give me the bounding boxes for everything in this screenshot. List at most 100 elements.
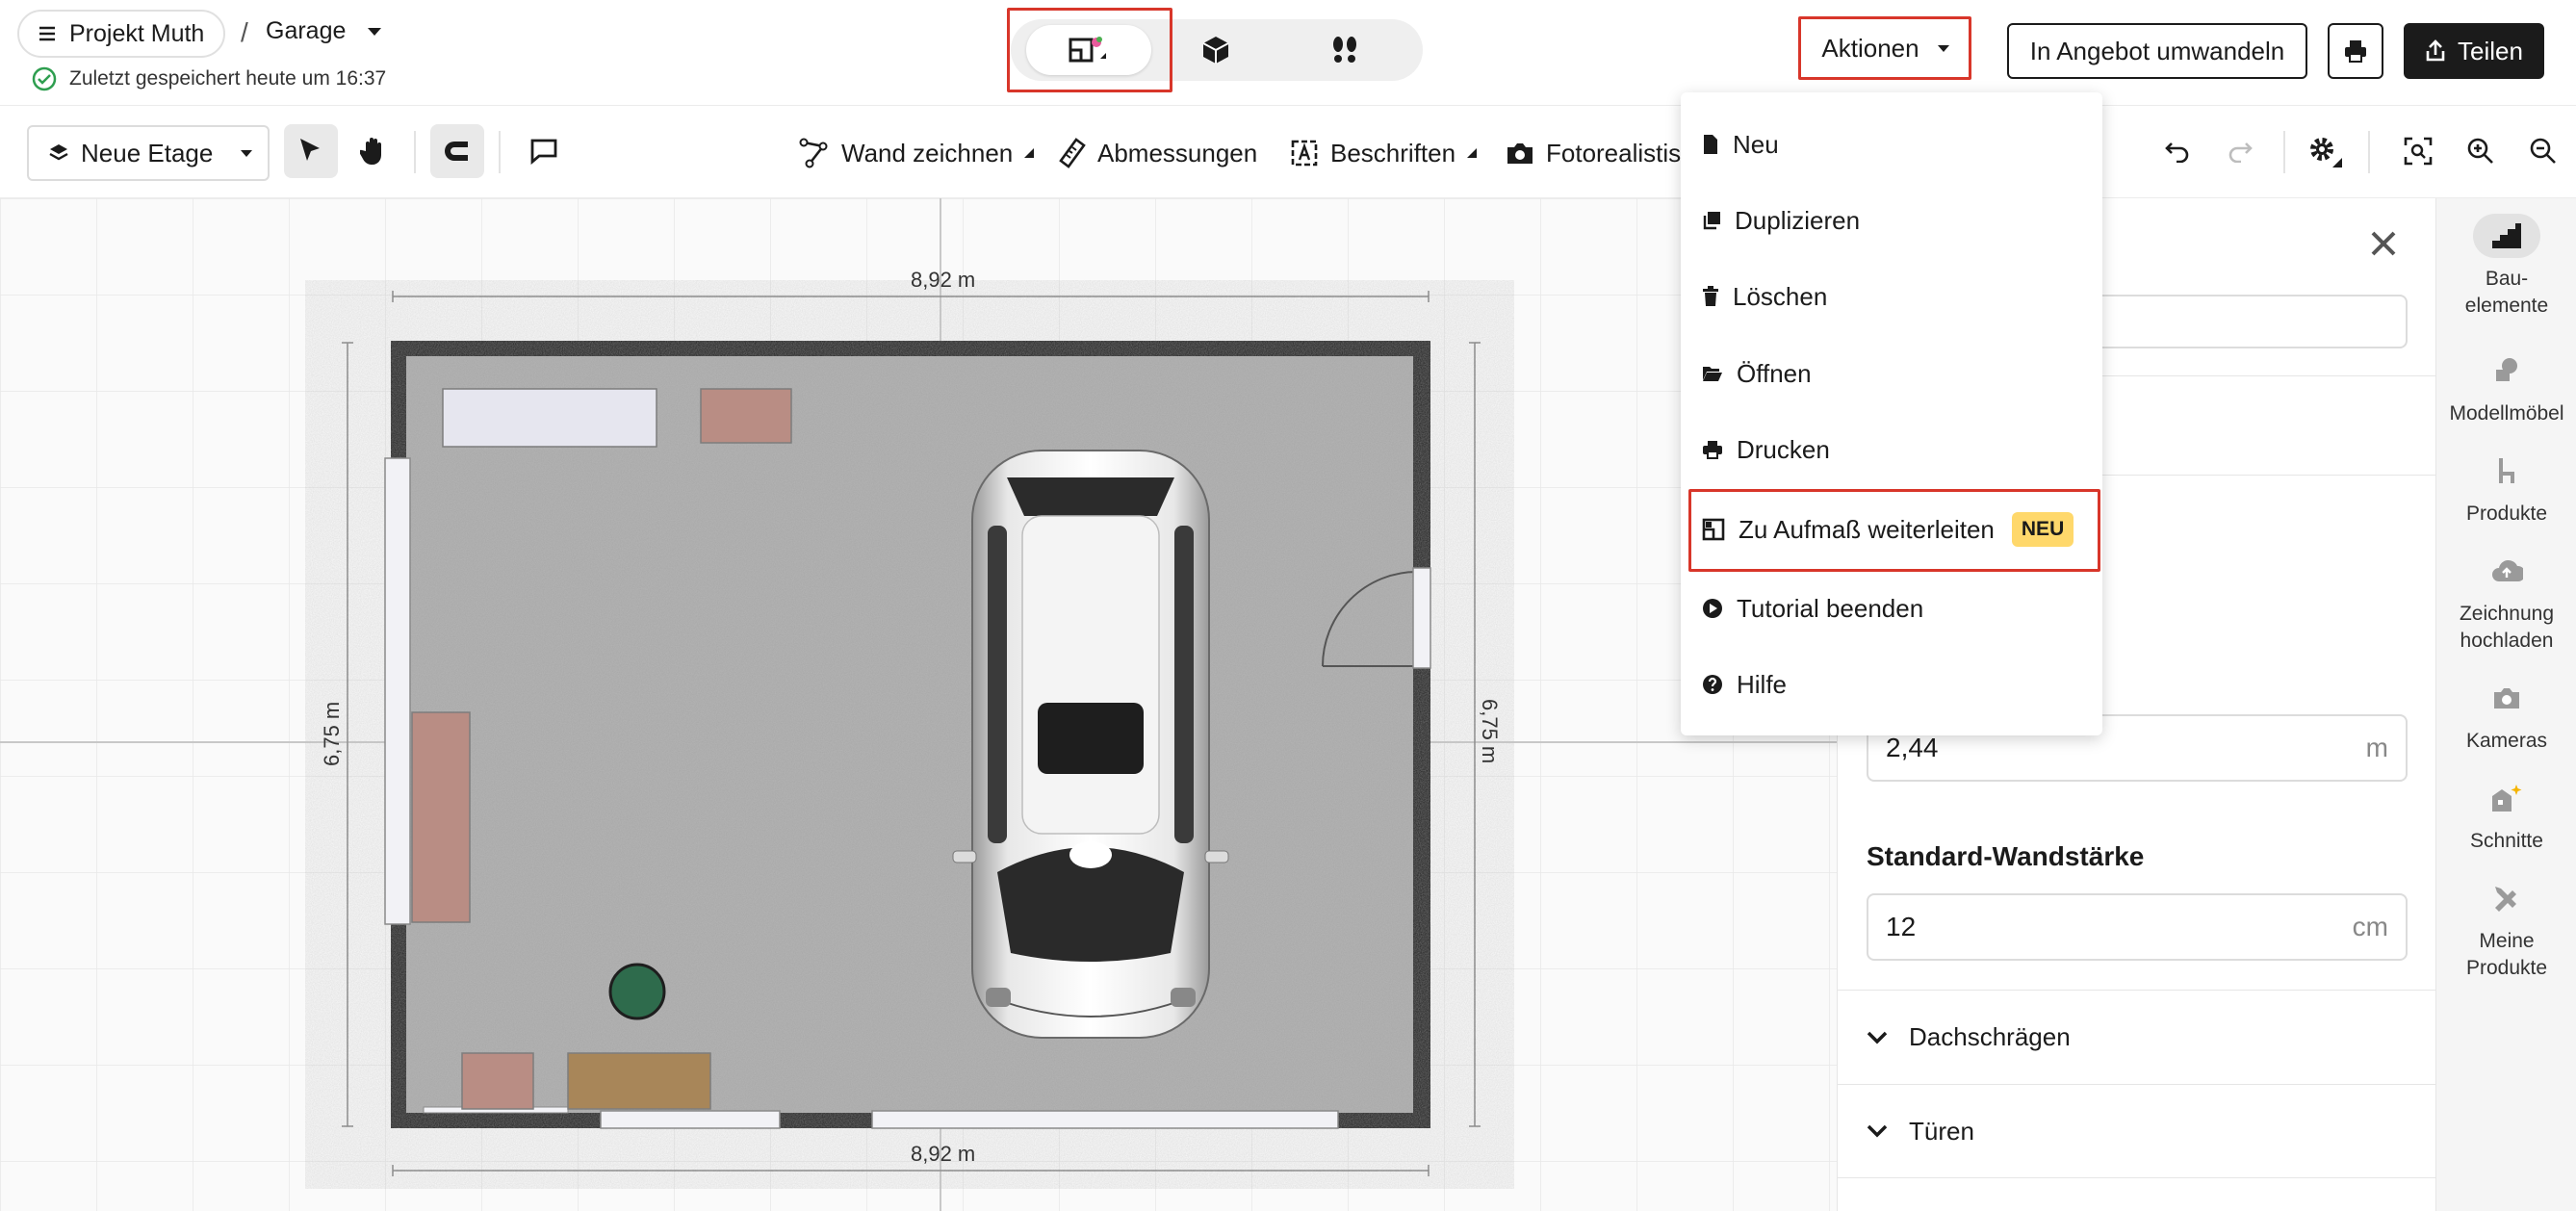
sidebar-label: Modellmöbel (2449, 402, 2564, 425)
draw-wall-tool[interactable]: Wand zeichnen (799, 129, 1035, 177)
menu-item-label: Duplizieren (1735, 205, 1861, 235)
width-bottom-label: 8,92 m (911, 1142, 975, 1166)
wall-thickness-unit: cm (2352, 912, 2388, 941)
menu-item-print[interactable]: Drucken (1681, 421, 2102, 478)
table (567, 1052, 711, 1110)
project-name: Projekt Muth (69, 19, 205, 47)
comment-tool[interactable] (517, 124, 571, 178)
menu-item-new[interactable]: Neu (1681, 116, 2102, 173)
dimensions-tool[interactable]: Abmessungen (1059, 129, 1257, 177)
menu-item-label: Tutorial beenden (1737, 593, 1924, 623)
sidebar-item-building-elements[interactable]: Bau- elemente (2436, 214, 2576, 321)
snap-magnet-toggle[interactable] (430, 124, 484, 178)
comment-icon (529, 138, 558, 165)
select-tool[interactable] (284, 124, 338, 178)
room-height-unit: m (2365, 733, 2388, 762)
share-button[interactable]: Teilen (2404, 23, 2544, 79)
redo-icon (2227, 140, 2254, 163)
toolbar-divider (414, 131, 416, 173)
floor-selector[interactable]: Neue Etage (27, 125, 270, 181)
room-height-value: 2,44 (1886, 733, 1939, 762)
menu-item-label: Hilfe (1737, 669, 1788, 699)
sidebar-item-sections[interactable]: Schnitte (2436, 776, 2576, 855)
zoom-in-button[interactable] (2454, 124, 2508, 178)
zoom-out-button[interactable] (2516, 124, 2570, 178)
sidebar-item-my-products[interactable]: Meine Produkte (2436, 876, 2576, 983)
sidebar-item-upload-drawing[interactable]: Zeichnung hochladen (2436, 549, 2576, 656)
room-selector[interactable]: Garage (266, 17, 382, 45)
gear-icon (2307, 135, 2344, 167)
undo-icon (2164, 140, 2191, 163)
highlight-actions (1798, 16, 1971, 80)
file-icon (1702, 134, 1719, 155)
pan-tool[interactable] (347, 124, 400, 178)
menu-item-open[interactable]: Öffnen (1681, 345, 2102, 402)
chevron-down-icon (240, 149, 253, 158)
car (952, 450, 1229, 1039)
print-button[interactable] (2328, 23, 2383, 79)
toolbar-divider (2368, 131, 2370, 173)
highlight-forward-item (1688, 489, 2100, 572)
bin (608, 963, 666, 1020)
toolbar-divider (2283, 131, 2285, 173)
labels-label: Beschriften (1330, 138, 1456, 167)
mode-walkthrough-button[interactable] (1282, 25, 1407, 75)
sidebar-label: Kameras (2465, 730, 2548, 752)
project-menu-button[interactable]: Projekt Muth (17, 10, 226, 58)
floorplan-canvas[interactable]: 8,92 m 8,92 m 6,75 m 6,75 m (0, 198, 1837, 1211)
actions-menu: Neu Duplizieren Löschen Öffnen Drucken Z… (1681, 92, 2102, 735)
sidebar-label: Schnitte (2470, 830, 2543, 852)
menu-item-label: Drucken (1737, 434, 1830, 464)
photorealistic-label: Fotorealistis (1546, 138, 1682, 167)
doors-section[interactable]: Türen (1838, 1084, 2436, 1178)
side-door (1412, 567, 1431, 669)
menu-item-end-tutorial[interactable]: Tutorial beenden (1681, 580, 2102, 637)
garage-door (871, 1110, 1339, 1129)
folder-open-icon (1702, 365, 1723, 382)
menu-item-label: Neu (1733, 129, 1779, 159)
convert-to-offer-button[interactable]: In Angebot umwandeln (2007, 23, 2307, 79)
sidebar-label: Bau- elemente (2464, 268, 2549, 318)
labels-tool[interactable]: Beschriften (1290, 129, 1478, 177)
menu-item-duplicate[interactable]: Duplizieren (1681, 192, 2102, 249)
sidebar-label: Produkte (2465, 502, 2548, 525)
settings-button[interactable] (2299, 124, 2353, 178)
fit-view-button[interactable] (2391, 124, 2445, 178)
dimensions-label: Abmessungen (1097, 138, 1258, 167)
cube-3d-icon (1199, 34, 1232, 66)
fit-screen-icon (2404, 137, 2433, 166)
staircase-icon (2473, 214, 2540, 258)
width-top-label: 8,92 m (911, 268, 975, 292)
height-right-label: 6,75 m (1478, 699, 1502, 763)
hand-icon (360, 136, 387, 167)
saved-status-text: Zuletzt gespeichert heute um 16:37 (69, 67, 387, 90)
close-panel-button[interactable] (2369, 229, 2398, 258)
toolbar-divider (499, 131, 501, 173)
play-circle-icon (1702, 598, 1723, 619)
sidebar-label: Meine Produkte (2465, 930, 2548, 980)
save-status: Zuletzt gespeichert heute um 16:37 (31, 65, 386, 92)
menu-item-delete[interactable]: Löschen (1681, 268, 2102, 325)
convert-label: In Angebot umwandeln (2029, 36, 2285, 65)
photorealistic-tool[interactable]: Fotorealistis (1506, 129, 1681, 177)
sidebar-item-products[interactable]: Produkte (2436, 449, 2576, 528)
cabinet-top (700, 388, 792, 444)
chevron-down-icon (1867, 1124, 1888, 1138)
undo-button[interactable] (2151, 124, 2204, 178)
floor-label: Neue Etage (81, 138, 214, 167)
redo-button[interactable] (2213, 124, 2267, 178)
submenu-corner-icon (1024, 148, 1035, 158)
wall-thickness-field[interactable]: 12 cm (1867, 893, 2408, 961)
menu-item-help[interactable]: Hilfe (1681, 656, 2102, 713)
zoom-in-icon (2466, 137, 2495, 166)
sidebar-item-model-furniture[interactable]: Modellmöbel (2436, 348, 2576, 427)
zoom-out-icon (2529, 137, 2558, 166)
doors-label: Türen (1909, 1116, 1974, 1146)
text-label-icon (1290, 139, 1319, 167)
roof-slopes-section[interactable]: Dachschrägen (1838, 990, 2436, 1084)
building-section-icon (2473, 776, 2540, 820)
sidebar-item-cameras[interactable]: Kameras (2436, 676, 2576, 755)
layers-icon (48, 142, 69, 164)
roof-slopes-label: Dachschrägen (1909, 1022, 2071, 1051)
footsteps-icon (1328, 34, 1361, 66)
